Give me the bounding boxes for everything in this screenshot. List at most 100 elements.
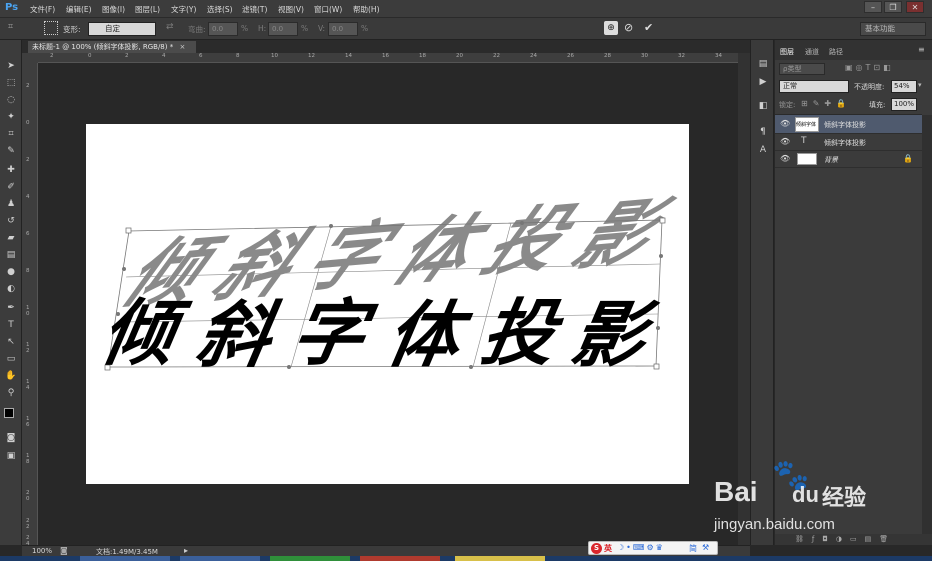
menu-window[interactable]: 窗口(W): [314, 4, 342, 15]
lasso-tool-icon[interactable]: ◌: [4, 94, 18, 107]
layer-filter-icons[interactable]: ▣◎T⊡◧: [845, 63, 894, 72]
ruler-tick: 2 2: [26, 518, 30, 530]
fill-field[interactable]: 100%: [891, 98, 917, 111]
minimize-button[interactable]: –: [864, 1, 882, 13]
reference-point-icon[interactable]: [44, 21, 58, 35]
pen-tool-icon[interactable]: ✒: [4, 302, 18, 315]
workspace-select[interactable]: 基本功能: [860, 22, 926, 36]
warp-orientation-icon[interactable]: ⇄: [166, 22, 174, 32]
zoom-level[interactable]: 100%: [32, 547, 52, 555]
status-menu-arrow-icon[interactable]: ▸: [184, 546, 188, 555]
menu-view[interactable]: 视图(V): [278, 4, 304, 15]
magic-wand-tool-icon[interactable]: ✦: [4, 111, 18, 124]
clone-stamp-tool-icon[interactable]: ♟: [4, 198, 18, 211]
text-layer-icon: T: [801, 136, 807, 146]
layer-name[interactable]: 背景: [824, 155, 838, 165]
ime-simplified-label[interactable]: 简: [689, 543, 697, 554]
screen-mode-icon[interactable]: ▣: [4, 450, 18, 463]
taskbar-item[interactable]: [360, 556, 440, 561]
eraser-tool-icon[interactable]: ▰: [4, 232, 18, 245]
marquee-tool-icon[interactable]: ⬚: [4, 77, 18, 90]
properties-panel-icon[interactable]: ◧: [756, 100, 770, 113]
tab-layers[interactable]: 图层: [780, 47, 794, 57]
tab-channels[interactable]: 通道: [805, 47, 819, 57]
shape-tool-icon[interactable]: ▭: [4, 353, 18, 366]
dodge-tool-icon[interactable]: ◐: [4, 283, 18, 296]
healing-brush-tool-icon[interactable]: ✚: [4, 164, 18, 177]
panel-tab-bar: [775, 40, 932, 60]
layer-filter-select[interactable]: ρ类型: [779, 63, 825, 75]
ruler-tick: 34: [715, 53, 722, 59]
brush-tool-icon[interactable]: ✐: [4, 181, 18, 194]
cancel-transform-icon[interactable]: ⊘: [624, 21, 633, 34]
foreground-color-swatch[interactable]: [4, 408, 14, 418]
visibility-eye-icon[interactable]: 👁: [780, 137, 790, 146]
lock-label: 锁定:: [779, 101, 796, 109]
type-tool-icon[interactable]: T: [4, 319, 18, 332]
lock-icons[interactable]: ⊞✎✚🔒: [801, 99, 851, 108]
menu-help[interactable]: 帮助(H): [353, 4, 380, 15]
history-brush-tool-icon[interactable]: ↺: [4, 215, 18, 228]
layer-name[interactable]: 倾斜字体投影: [824, 138, 866, 148]
layer-row-background[interactable]: 👁 背景 🔒: [775, 151, 922, 168]
h-percent: %: [301, 24, 309, 33]
visibility-eye-icon[interactable]: 👁: [780, 119, 790, 128]
menu-filter[interactable]: 滤镜(T): [242, 4, 267, 15]
layer-row-text[interactable]: 👁 T 倾斜字体投影: [775, 134, 922, 151]
opacity-field[interactable]: 54%: [891, 80, 917, 93]
menu-type[interactable]: 文字(Y): [171, 4, 196, 15]
ruler-tick: 10: [271, 53, 278, 59]
gradient-tool-icon[interactable]: ▤: [4, 249, 18, 262]
taskbar-item[interactable]: [270, 556, 350, 561]
ime-tool-icons[interactable]: ☽•⌨⚙♛: [617, 543, 665, 552]
quick-mask-icon[interactable]: ◙: [4, 432, 18, 445]
h-distortion-field[interactable]: 0.0: [268, 22, 298, 36]
menu-edit[interactable]: 编辑(E): [66, 4, 92, 15]
taskbar-item[interactable]: [180, 556, 260, 561]
opacity-dropdown-icon[interactable]: ▾: [918, 81, 922, 89]
document-tab[interactable]: 未标题-1 @ 100% (倾斜字体投影, RGB/8) * ×: [28, 41, 196, 53]
close-tab-icon[interactable]: ×: [179, 43, 185, 51]
taskbar-item[interactable]: [455, 556, 545, 561]
history-panel-icon[interactable]: ▤: [756, 58, 770, 71]
menu-select[interactable]: 选择(S): [207, 4, 233, 15]
close-window-button[interactable]: ✕: [906, 1, 924, 13]
character-panel-icon[interactable]: A: [756, 144, 770, 157]
tab-paths[interactable]: 路径: [829, 47, 843, 57]
ime-mode-label[interactable]: 英: [604, 543, 612, 554]
warp-select[interactable]: 自定: [88, 22, 156, 36]
ruler-tick: 2: [26, 157, 30, 163]
blend-mode-select[interactable]: 正常: [779, 80, 849, 93]
warp-mode-icon[interactable]: ⊕: [604, 21, 618, 35]
zoom-tool-icon[interactable]: ⚲: [4, 387, 18, 400]
layer-name[interactable]: 倾斜字体投影: [824, 120, 866, 130]
v-distortion-field[interactable]: 0.0: [328, 22, 358, 36]
commit-transform-icon[interactable]: ✔: [644, 21, 653, 34]
move-tool-icon[interactable]: ➤: [4, 60, 18, 73]
menu-file[interactable]: 文件(F): [30, 4, 55, 15]
actions-panel-icon[interactable]: ▶: [756, 76, 770, 89]
visibility-eye-icon[interactable]: 👁: [780, 154, 790, 163]
crop-tool-icon[interactable]: ⌗: [4, 128, 18, 141]
menu-image[interactable]: 图像(I): [102, 4, 125, 15]
ruler-origin[interactable]: [22, 53, 38, 63]
layer-row-warp-shadow[interactable]: 👁 倾斜字体投影 倾斜字体投影: [775, 115, 922, 134]
hand-tool-icon[interactable]: ✋: [4, 370, 18, 383]
layers-scrollbar[interactable]: [922, 115, 932, 545]
eyedropper-tool-icon[interactable]: ✎: [4, 145, 18, 158]
ruler-tick: 0: [26, 120, 30, 126]
transform-tool-icon[interactable]: ⌗: [8, 22, 13, 32]
restore-button[interactable]: ❐: [884, 1, 902, 13]
ime-logo-icon[interactable]: S: [591, 543, 602, 554]
status-info-icon[interactable]: ◙: [60, 546, 68, 555]
panel-menu-icon[interactable]: ≡: [918, 45, 925, 54]
bend-field[interactable]: 0.0: [208, 22, 238, 36]
path-selection-tool-icon[interactable]: ↖: [4, 336, 18, 349]
taskbar-item[interactable]: [80, 556, 170, 561]
paragraph-panel-icon[interactable]: ¶: [756, 126, 770, 139]
menu-layer[interactable]: 图层(L): [135, 4, 160, 15]
blur-tool-icon[interactable]: ●: [4, 266, 18, 279]
ime-settings-icon[interactable]: ⚒: [702, 543, 709, 552]
ime-toolbar[interactable]: S 英 ☽•⌨⚙♛ 简 ⚒: [588, 541, 718, 555]
document-canvas[interactable]: 倾 斜 字 体 投 影 倾 斜 字 体 投 影: [86, 124, 689, 484]
